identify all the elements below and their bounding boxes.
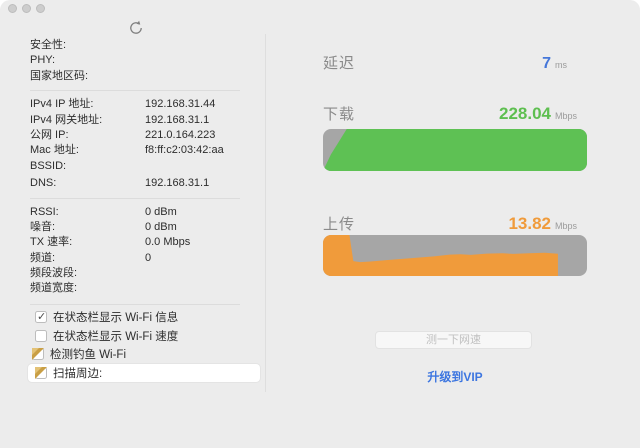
divider bbox=[30, 198, 240, 199]
info-value: 0 bbox=[145, 251, 248, 266]
info-row: 安全性: bbox=[30, 38, 248, 53]
info-row: TX 速率:0.0 Mbps bbox=[30, 235, 248, 250]
checkbox-label: 在状态栏显示 Wi-Fi 信息 bbox=[53, 309, 178, 325]
vertical-divider bbox=[265, 34, 266, 392]
latency-label: 延迟 bbox=[323, 52, 355, 73]
checkbox[interactable]: ✓ bbox=[35, 311, 47, 323]
checkbox-vip[interactable] bbox=[35, 367, 47, 379]
info-row: Mac 地址:f8:ff:c2:03:42:aa bbox=[30, 143, 248, 158]
checkbox-row-phishing[interactable]: 检测钓鱼 Wi-Fi bbox=[28, 345, 260, 364]
info-label: BSSID: bbox=[30, 159, 145, 174]
upload-chart bbox=[323, 235, 587, 276]
info-row: IPv4 IP 地址:192.168.31.44 bbox=[30, 97, 248, 112]
checkbox[interactable] bbox=[35, 330, 47, 342]
info-row: DNS:192.168.31.1 bbox=[30, 176, 248, 191]
info-value bbox=[145, 281, 248, 296]
upload-unit: Mbps bbox=[551, 221, 587, 231]
info-row: 公网 IP:221.0.164.223 bbox=[30, 128, 248, 143]
download-unit: Mbps bbox=[551, 111, 587, 121]
info-label: IPv4 网关地址: bbox=[30, 113, 145, 128]
info-label: 频道: bbox=[30, 251, 145, 266]
speed-test-button[interactable]: 测一下网速 bbox=[375, 331, 532, 349]
info-value: 192.168.31.1 bbox=[145, 113, 248, 128]
info-row: 频道宽度: bbox=[30, 281, 248, 296]
checkbox-row-wifi-info[interactable]: ✓ 在状态栏显示 Wi-Fi 信息 bbox=[28, 308, 260, 327]
zoom-button[interactable] bbox=[36, 4, 45, 13]
check-icon: ✓ bbox=[37, 310, 46, 323]
info-row: PHY: bbox=[30, 53, 248, 68]
info-label: DNS: bbox=[30, 176, 145, 191]
checkbox-vip[interactable] bbox=[32, 348, 44, 360]
download-chart bbox=[323, 129, 587, 171]
latency-value: 7 bbox=[542, 55, 551, 73]
upload-label: 上传 bbox=[323, 213, 355, 234]
info-row: 国家地区码: bbox=[30, 69, 248, 84]
checkbox-label: 在状态栏显示 Wi-Fi 速度 bbox=[53, 328, 178, 344]
info-label: RSSI: bbox=[30, 205, 145, 220]
info-label: 频道宽度: bbox=[30, 281, 145, 296]
info-value: f8:ff:c2:03:42:aa bbox=[145, 143, 248, 158]
info-value bbox=[145, 159, 248, 174]
info-value: 0 dBm bbox=[145, 220, 248, 235]
info-label: 频段波段: bbox=[30, 266, 145, 281]
minimize-button[interactable] bbox=[22, 4, 31, 13]
close-button[interactable] bbox=[8, 4, 17, 13]
info-label: PHY: bbox=[30, 53, 145, 68]
info-value bbox=[145, 266, 248, 281]
options-panel: ✓ 在状态栏显示 Wi-Fi 信息 在状态栏显示 Wi-Fi 速度 检测钓鱼 W… bbox=[28, 308, 260, 382]
info-value bbox=[145, 53, 248, 68]
info-value: 0.0 Mbps bbox=[145, 235, 248, 250]
info-label: 噪音: bbox=[30, 220, 145, 235]
info-label: TX 速率: bbox=[30, 235, 145, 250]
info-row: 噪音:0 dBm bbox=[30, 220, 248, 235]
info-row: IPv4 网关地址:192.168.31.1 bbox=[30, 113, 248, 128]
info-row: 频段波段: bbox=[30, 266, 248, 281]
info-row: 频道:0 bbox=[30, 251, 248, 266]
vip-corner-icon bbox=[32, 348, 45, 361]
vip-corner-icon bbox=[35, 367, 48, 380]
checkbox-label: 扫描周边: bbox=[53, 365, 102, 381]
divider bbox=[30, 304, 240, 305]
info-row: BSSID: bbox=[30, 159, 248, 174]
checkbox-row-scan-nearby[interactable]: 扫描周边: bbox=[28, 364, 260, 383]
info-label: 国家地区码: bbox=[30, 69, 145, 84]
info-value: 192.168.31.44 bbox=[145, 97, 248, 112]
latency-unit: ms bbox=[551, 60, 587, 70]
upgrade-vip-link[interactable]: 升级到VIP bbox=[323, 368, 587, 385]
download-value: 228.04 bbox=[499, 104, 551, 124]
upload-row: 上传 13.82 Mbps bbox=[323, 213, 587, 234]
info-label: 公网 IP: bbox=[30, 128, 145, 143]
checkbox-label: 检测钓鱼 Wi-Fi bbox=[50, 346, 126, 362]
download-row: 下载 228.04 Mbps bbox=[323, 103, 587, 124]
info-value bbox=[145, 69, 248, 84]
info-label: IPv4 IP 地址: bbox=[30, 97, 145, 112]
network-info-panel: 安全性: PHY: 国家地区码: IPv4 IP 地址:192.168.31.4… bbox=[30, 38, 248, 311]
latency-row: 延迟 7 ms bbox=[323, 52, 587, 73]
info-value: 192.168.31.1 bbox=[145, 176, 248, 191]
app-window: 安全性: PHY: 国家地区码: IPv4 IP 地址:192.168.31.4… bbox=[0, 0, 640, 448]
info-label: Mac 地址: bbox=[30, 143, 145, 158]
info-value: 0 dBm bbox=[145, 205, 248, 220]
info-value bbox=[145, 38, 248, 53]
info-row: RSSI:0 dBm bbox=[30, 205, 248, 220]
info-value: 221.0.164.223 bbox=[145, 128, 248, 143]
upload-value: 13.82 bbox=[508, 214, 551, 234]
divider bbox=[30, 90, 240, 91]
refresh-icon[interactable] bbox=[127, 19, 145, 37]
download-label: 下载 bbox=[323, 103, 355, 124]
checkbox-row-wifi-speed[interactable]: 在状态栏显示 Wi-Fi 速度 bbox=[28, 327, 260, 346]
info-label: 安全性: bbox=[30, 38, 145, 53]
